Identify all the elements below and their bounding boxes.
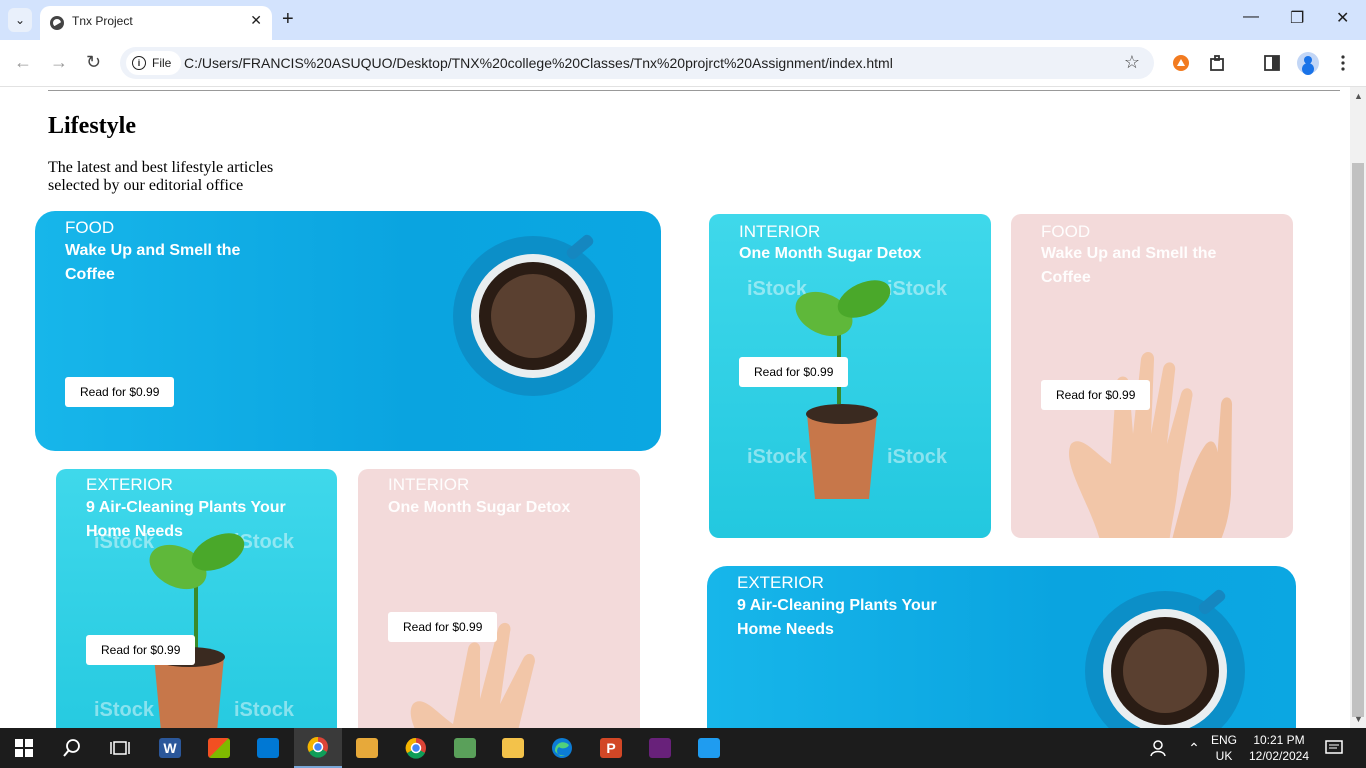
card-category: INTERIOR	[739, 222, 821, 241]
profile-avatar-icon[interactable]	[1297, 52, 1319, 74]
page-viewport: Lifestyle The latest and best lifestyle …	[0, 87, 1350, 728]
task-view-icon[interactable]	[96, 728, 144, 768]
card-headline: Wake Up and Smell the Coffee	[1041, 245, 1217, 286]
address-bar[interactable]: i File C:/Users/FRANCIS%20ASUQUO/Desktop…	[120, 47, 1154, 79]
clock-date: 12/02/2024	[1248, 749, 1310, 763]
card-category: EXTERIOR	[86, 475, 173, 494]
chrome-icon[interactable]	[294, 728, 342, 768]
new-tab-icon[interactable]: +	[282, 8, 294, 30]
forward-icon[interactable]: →	[50, 52, 68, 73]
globe-icon	[50, 16, 64, 30]
article-card[interactable]: iStock iStock iStock iStock INTERIOR One…	[709, 214, 991, 538]
app-cube-icon[interactable]	[441, 728, 489, 768]
snipping-tool-icon[interactable]	[343, 728, 391, 768]
article-card[interactable]: FOOD Wake Up and Smell the Coffee Read f…	[1011, 214, 1293, 538]
article-card[interactable]: EXTERIOR 9 Air-Cleaning Plants Your Home…	[707, 566, 1296, 728]
language-indicator[interactable]: ENG UK	[1208, 732, 1240, 764]
tab-title: Tnx Project	[72, 14, 133, 28]
scroll-up-icon[interactable]: ▲	[1354, 91, 1363, 101]
card-headline: One Month Sugar Detox	[388, 499, 571, 516]
minimize-icon[interactable]: —	[1243, 8, 1259, 26]
start-windows-icon[interactable]	[0, 728, 48, 768]
read-button[interactable]: Read for $0.99	[65, 377, 175, 407]
file-label: File	[152, 56, 172, 70]
card-category: FOOD	[65, 218, 115, 237]
clock[interactable]: 10:21 PM 12/02/2024	[1244, 732, 1314, 764]
restore-icon[interactable]: ❐	[1290, 8, 1304, 28]
browser-tab[interactable]: Tnx Project ✕	[40, 6, 272, 40]
card-category: FOOD	[1041, 222, 1091, 241]
read-button[interactable]: Read for $0.99	[739, 357, 849, 387]
word-icon[interactable]: W	[146, 728, 194, 768]
hands-image	[1069, 352, 1233, 538]
tab-search-dropdown-icon[interactable]: ⌄	[8, 8, 32, 32]
divider	[48, 90, 1340, 91]
windows-taskbar: W P ⌃ ENG UK 10:21 PM 12/02/2024	[0, 728, 1366, 768]
card-headline: 9 Air-Cleaning Plants Your Home Needs	[86, 499, 286, 540]
read-button[interactable]: Read for $0.99	[388, 612, 498, 642]
region-label: UK	[1215, 749, 1233, 763]
info-icon: i	[132, 56, 146, 70]
card-headline: 9 Air-Cleaning Plants Your Home Needs	[737, 597, 937, 638]
reload-icon[interactable]: ↻	[86, 52, 101, 73]
page-title: Lifestyle	[48, 113, 136, 139]
card-category: EXTERIOR	[737, 573, 824, 592]
extensions-puzzle-icon[interactable]	[1209, 54, 1227, 72]
tab-strip: ⌄ Tnx Project ✕ + — ❐ ✕	[0, 0, 1366, 40]
window-close-icon[interactable]: ✕	[1336, 8, 1349, 28]
read-button[interactable]: Read for $0.99	[86, 635, 196, 665]
edge-icon[interactable]	[538, 728, 586, 768]
powerpoint-icon[interactable]: P	[587, 728, 635, 768]
coffee-cup-image	[453, 234, 613, 396]
file-explorer-icon[interactable]	[489, 728, 537, 768]
card-headline: One Month Sugar Detox	[739, 245, 922, 262]
read-button[interactable]: Read for $0.99	[1041, 380, 1151, 410]
bookmark-star-icon[interactable]: ☆	[1124, 52, 1140, 73]
search-icon[interactable]	[48, 728, 96, 768]
chrome-profile-icon[interactable]	[392, 728, 440, 768]
tab-close-icon[interactable]: ✕	[250, 12, 262, 29]
side-panel-icon[interactable]	[1263, 54, 1281, 72]
vertical-scrollbar[interactable]: ▲ ▼	[1350, 87, 1366, 728]
store-icon[interactable]	[195, 728, 243, 768]
url-text[interactable]: C:/Users/FRANCIS%20ASUQUO/Desktop/TNX%20…	[184, 55, 893, 71]
extension-shield-icon[interactable]	[1172, 54, 1190, 72]
mail-icon[interactable]	[244, 728, 292, 768]
toolbar: ← → ↻ i File C:/Users/FRANCIS%20ASUQUO/D…	[0, 40, 1366, 87]
plant-pot-image	[795, 280, 891, 499]
back-icon[interactable]: ←	[14, 52, 32, 73]
page-description: The latest and best lifestyle articles s…	[48, 159, 274, 194]
article-card[interactable]: iStock iStock iStock iStock EXTERIOR 9 A…	[56, 469, 337, 728]
site-info-chip[interactable]: i File	[126, 51, 182, 75]
scroll-down-icon[interactable]: ▼	[1354, 714, 1363, 724]
article-card[interactable]: FOOD Wake Up and Smell the Coffee Read f…	[35, 211, 661, 451]
language-label: ENG	[1210, 733, 1237, 747]
scroll-thumb[interactable]	[1352, 163, 1364, 717]
coffee-cup-image	[1085, 589, 1245, 728]
notifications-icon[interactable]	[1310, 728, 1358, 768]
clock-time: 10:21 PM	[1253, 733, 1305, 747]
article-card[interactable]: INTERIOR One Month Sugar Detox Read for …	[358, 469, 640, 728]
vscode-icon[interactable]	[685, 728, 733, 768]
visual-studio-icon[interactable]	[636, 728, 684, 768]
menu-kebab-icon[interactable]	[1336, 54, 1350, 72]
plant-pot-image	[149, 533, 245, 728]
card-headline: Wake Up and Smell the Coffee	[65, 242, 241, 283]
card-category: INTERIOR	[388, 475, 470, 494]
